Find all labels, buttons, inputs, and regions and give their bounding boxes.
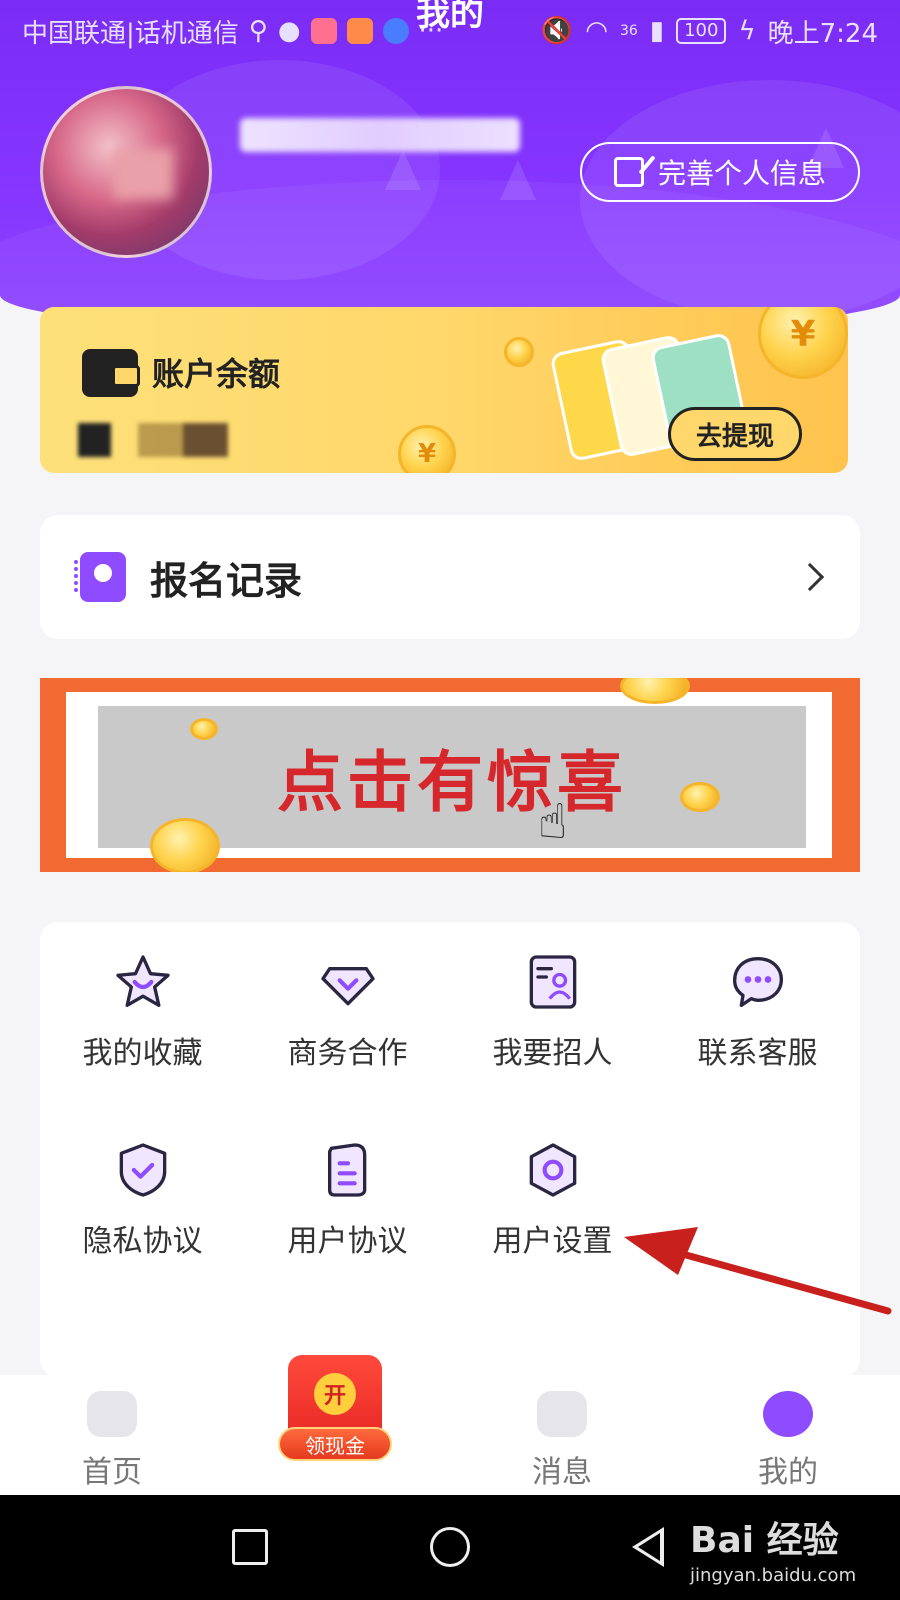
wallet-icon [82, 349, 140, 397]
coin-icon [680, 782, 720, 812]
avatar-blur-mask [113, 149, 173, 199]
profile-smile-icon [763, 1391, 813, 1437]
red-packet-open-badge: 开 [314, 1373, 356, 1415]
watermark-main-text: Bai 经验 [690, 1520, 839, 1561]
balance-title: 账户余额 [152, 355, 281, 393]
coin-icon [150, 818, 220, 872]
menu-item-customer-service[interactable]: 联系客服 [655, 922, 860, 1072]
notebook-badge-icon [74, 552, 126, 602]
recent-apps-button[interactable] [232, 1529, 268, 1565]
diamond-icon [320, 967, 375, 1006]
baidu-watermark: Bai 经验 jingyan.baidu.com [690, 1511, 856, 1586]
tab-messages-label: 消息 [532, 1455, 592, 1490]
document-icon [327, 1143, 366, 1197]
menu-item-label: 我的收藏 [82, 1036, 203, 1071]
home-button[interactable] [430, 1527, 470, 1567]
menu-item-business[interactable]: 商务合作 [245, 922, 450, 1072]
tab-home-label: 首页 [82, 1455, 142, 1490]
withdraw-button[interactable]: 去提现 [668, 407, 802, 461]
tab-mine[interactable]: 我的 [708, 1385, 868, 1495]
complete-profile-label: 完善个人信息 [657, 157, 826, 190]
complete-profile-button[interactable]: 完善个人信息 [580, 142, 860, 202]
tab-home[interactable]: 首页 [32, 1385, 192, 1495]
coin-icon [504, 337, 534, 367]
settings-hexagon-icon [529, 1143, 576, 1197]
menu-item-privacy[interactable]: 隐私协议 [40, 1110, 245, 1260]
promo-text: 点击有惊喜 [277, 744, 627, 821]
menu-item-label: 我要招人 [492, 1036, 613, 1071]
tab-messages[interactable]: 消息 [482, 1385, 642, 1495]
chevron-right-icon [795, 562, 825, 592]
recruit-icon [529, 955, 576, 1009]
star-icon [115, 955, 170, 1007]
menu-item-label: 用户协议 [287, 1224, 408, 1259]
home-icon [87, 1391, 137, 1437]
menu-item-user-agreement[interactable]: 用户协议 [245, 1110, 450, 1260]
red-packet-label: 领现金 [278, 1427, 392, 1461]
chat-icon [732, 957, 783, 1007]
shield-check-icon [119, 1143, 166, 1197]
message-icon [537, 1391, 587, 1437]
tab-mine-label: 我的 [758, 1455, 818, 1490]
coin-icon: ¥ [758, 307, 848, 379]
coin-icon [190, 718, 218, 740]
balance-value-redacted [78, 423, 228, 457]
signup-records-row[interactable]: 报名记录 [40, 515, 860, 639]
menu-item-label: 商务合作 [287, 1036, 408, 1071]
signup-records-label: 报名记录 [150, 558, 303, 603]
coin-icon: ¥ [398, 425, 456, 473]
menu-item-label: 用户设置 [492, 1224, 613, 1259]
pointer-hand-icon: ☝ [538, 794, 568, 850]
menu-item-favorites[interactable]: 我的收藏 [40, 922, 245, 1072]
page-title: 我的 [416, 0, 484, 34]
back-button[interactable] [632, 1527, 664, 1567]
edit-icon [613, 157, 644, 187]
menu-item-label: 联系客服 [697, 1036, 818, 1071]
red-packet-button[interactable]: 开 领现金 [270, 1355, 410, 1475]
avatar[interactable] [40, 86, 212, 258]
tree-decoration [385, 150, 421, 190]
menu-item-label: 隐私协议 [82, 1224, 203, 1259]
menu-item-recruit[interactable]: 我要招人 [450, 922, 655, 1072]
watermark-url-text: jingyan.baidu.com [690, 1565, 857, 1586]
username-redacted [240, 118, 520, 152]
balance-card[interactable]: 账户余额 ¥ ¥ 去提现 [40, 307, 848, 473]
bottom-tab-bar: 首页 消息 我的 [0, 1375, 900, 1495]
promo-banner[interactable]: 点击有惊喜 ☝ [40, 678, 860, 872]
tree-decoration [500, 160, 536, 200]
annotation-arrow-icon [624, 1227, 892, 1315]
system-navigation-bar: Bai 经验 jingyan.baidu.com [0, 1495, 900, 1600]
